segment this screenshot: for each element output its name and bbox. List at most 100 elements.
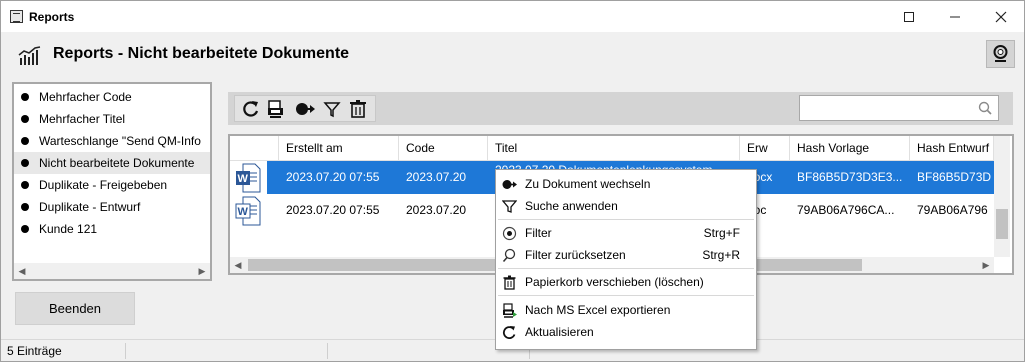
excel-export-icon (503, 303, 517, 318)
column-header-erstellt-am[interactable]: Erstellt am (279, 136, 399, 161)
menu-item-suche-anwenden[interactable]: Suche anwenden (498, 195, 754, 217)
page-title: Reports - Nicht bearbeitete Dokumente (53, 45, 350, 62)
menu-item-papierkorb[interactable]: Papierkorb verschieben (löschen) (498, 271, 754, 293)
cell-code: 2023.07.20 (406, 203, 467, 217)
beenden-button[interactable]: Beenden (15, 292, 135, 325)
list-item-label: Mehrfacher Titel (39, 112, 126, 126)
menu-item-label: Aktualisieren (525, 325, 594, 339)
filter-outline-icon (502, 200, 517, 213)
help-button[interactable] (986, 40, 1015, 68)
menu-separator (498, 219, 754, 220)
report-list[interactable]: Mehrfacher Code Mehrfacher Titel Wartesc… (12, 82, 212, 281)
column-header-hash-vorlage[interactable]: Hash Vorlage (790, 136, 910, 161)
context-menu: Zu Dokument wechseln Suche anwenden Filt… (495, 169, 757, 350)
menu-item-label: Nach MS Excel exportieren (525, 303, 671, 317)
list-item[interactable]: Mehrfacher Code (14, 86, 210, 108)
scroll-right-icon[interactable]: ▶ (978, 257, 994, 273)
word-document-icon: W (235, 196, 261, 226)
word-document-icon: W (236, 163, 261, 193)
goto-document-icon (502, 180, 517, 189)
menu-item-label: Filter zurücksetzen (525, 248, 626, 262)
list-item[interactable]: Duplikate - Freigebeben (14, 174, 210, 196)
toolbar-button-group (234, 95, 376, 122)
column-header-code[interactable]: Code (399, 136, 488, 161)
svg-text:W: W (238, 206, 249, 218)
cell-hash-vorlage: BF86B5D73D3E3... (797, 170, 903, 184)
close-icon (995, 11, 1007, 23)
menu-item-shortcut: Strg+R (702, 248, 740, 262)
goto-document-icon[interactable] (294, 99, 316, 119)
list-item[interactable]: Duplikate - Entwurf (14, 196, 210, 218)
menu-separator (498, 268, 754, 269)
chart-icon (18, 46, 41, 65)
cell-code: 2023.07.20 (406, 170, 467, 184)
minimize-icon (950, 16, 960, 18)
column-header-erw[interactable]: Erw (740, 136, 790, 161)
list-item-selected[interactable]: Nicht bearbeitete Dokumente (14, 152, 210, 174)
search-icon[interactable] (978, 101, 992, 115)
menu-item-excel-export[interactable]: Nach MS Excel exportieren (498, 299, 754, 321)
cell-erstellt-am: 2023.07.20 07:55 (286, 203, 380, 217)
lifebuoy-icon (993, 45, 1008, 62)
reports-window: Reports Reports - Nicht bearbeitete Doku… (0, 0, 1025, 362)
cell-hash-vorlage: 79AB06A796CA... (797, 203, 895, 217)
toolbar (228, 92, 1013, 125)
refresh-icon (502, 326, 516, 339)
list-item-label: Mehrfacher Code (39, 90, 132, 104)
close-button[interactable] (978, 1, 1024, 32)
menu-item-zu-dokument-wechseln[interactable]: Zu Dokument wechseln (498, 173, 754, 195)
list-item-label: Duplikate - Entwurf (39, 200, 141, 214)
bullet-icon (21, 115, 29, 123)
menu-item-label: Zu Dokument wechseln (525, 177, 651, 191)
grid-vertical-scrollbar[interactable] (994, 136, 1010, 257)
menu-item-label: Papierkorb verschieben (löschen) (525, 275, 704, 289)
title-bar: Reports (1, 1, 1024, 32)
list-item-label: Kunde 121 (39, 222, 98, 236)
list-item[interactable]: Kunde 121 (14, 218, 210, 240)
page-header: Reports - Nicht bearbeitete Dokumente (1, 32, 1024, 78)
trash-icon (503, 275, 516, 290)
menu-item-aktualisieren[interactable]: Aktualisieren (498, 321, 754, 343)
bullet-icon (21, 137, 29, 145)
maximize-button[interactable] (886, 1, 932, 32)
status-divider (125, 343, 126, 359)
menu-item-label: Suche anwenden (525, 199, 618, 213)
list-item[interactable]: Warteschlange "Send QM-Info (14, 130, 210, 152)
svg-text:W: W (238, 173, 249, 185)
bullet-icon (21, 203, 29, 211)
list-item-label: Nicht bearbeitete Dokumente (39, 156, 195, 170)
menu-separator (498, 295, 754, 296)
list-item-label: Duplikate - Freigebeben (39, 178, 168, 192)
app-icon (10, 10, 23, 23)
grid-header-icon-column (230, 136, 279, 161)
bullet-icon (21, 225, 29, 233)
scroll-left-icon[interactable]: ◀ (14, 263, 30, 279)
status-count: 5 Einträge (7, 344, 62, 358)
menu-item-filter[interactable]: Filter Strg+F (498, 222, 754, 244)
cell-erstellt-am: 2023.07.20 07:55 (286, 170, 380, 184)
excel-export-icon[interactable] (266, 99, 288, 119)
menu-item-shortcut: Strg+F (703, 226, 740, 240)
scroll-right-icon[interactable]: ▶ (194, 263, 210, 279)
filter-icon[interactable] (321, 99, 343, 119)
minimize-button[interactable] (932, 1, 978, 32)
refresh-icon[interactable] (240, 99, 262, 119)
bullet-icon (21, 93, 29, 101)
column-header-hash-entwurf[interactable]: Hash Entwurf (910, 136, 994, 161)
bullet-icon (21, 181, 29, 189)
scroll-thumb[interactable] (996, 209, 1008, 239)
column-header-titel[interactable]: Titel (488, 136, 740, 161)
bullet-icon (21, 159, 29, 167)
status-divider (327, 343, 328, 359)
search-input[interactable] (804, 99, 972, 117)
window-title: Reports (29, 10, 75, 24)
maximize-icon (904, 12, 914, 22)
search-box[interactable] (799, 95, 999, 121)
list-item-label: Warteschlange "Send QM-Info (39, 134, 201, 148)
list-horizontal-scrollbar[interactable]: ◀ ▶ (14, 263, 210, 279)
list-item[interactable]: Mehrfacher Titel (14, 108, 210, 130)
scroll-left-icon[interactable]: ◀ (230, 257, 246, 273)
cell-hash-entwurf: 79AB06A796 (917, 203, 988, 217)
menu-item-filter-zuruecksetzen[interactable]: Filter zurücksetzen Strg+R (498, 244, 754, 266)
trash-icon[interactable] (347, 99, 369, 119)
